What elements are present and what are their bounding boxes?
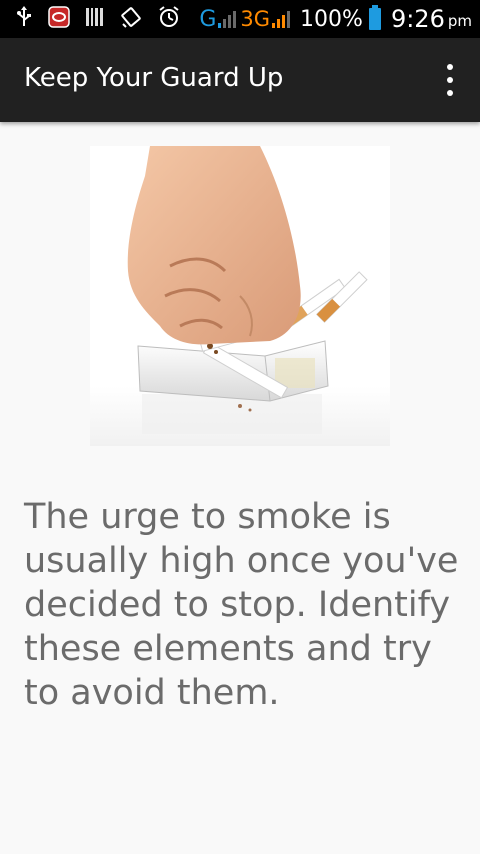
status-bar: G 3G 100% 9:26 pm <box>0 0 480 38</box>
battery-icon <box>368 5 381 30</box>
network-3g-label: 3G <box>240 7 271 31</box>
signal-strength-3g-icon <box>272 10 291 28</box>
signal-strength-icon <box>218 10 237 28</box>
hero-image <box>90 146 390 446</box>
vibrate-icon <box>120 6 142 32</box>
network-g-label: G <box>199 6 217 32</box>
guidance-text: The urge to smoke is usually high once y… <box>24 497 459 713</box>
alarm-icon <box>158 6 180 32</box>
notification-icons <box>16 6 180 32</box>
battery-percent: 100% <box>300 6 363 32</box>
clock-ampm: pm <box>447 12 472 30</box>
app-notification-icon <box>48 6 70 32</box>
barcode-icon <box>86 7 104 31</box>
app-bar: Keep Your Guard Up <box>0 38 480 122</box>
status-indicators: G 3G 100% 9:26 pm <box>193 5 472 33</box>
usb-icon <box>16 6 32 32</box>
more-vert-icon[interactable] <box>438 64 462 96</box>
clock-time: 9:26 <box>390 5 445 33</box>
page-title: Keep Your Guard Up <box>24 63 284 93</box>
